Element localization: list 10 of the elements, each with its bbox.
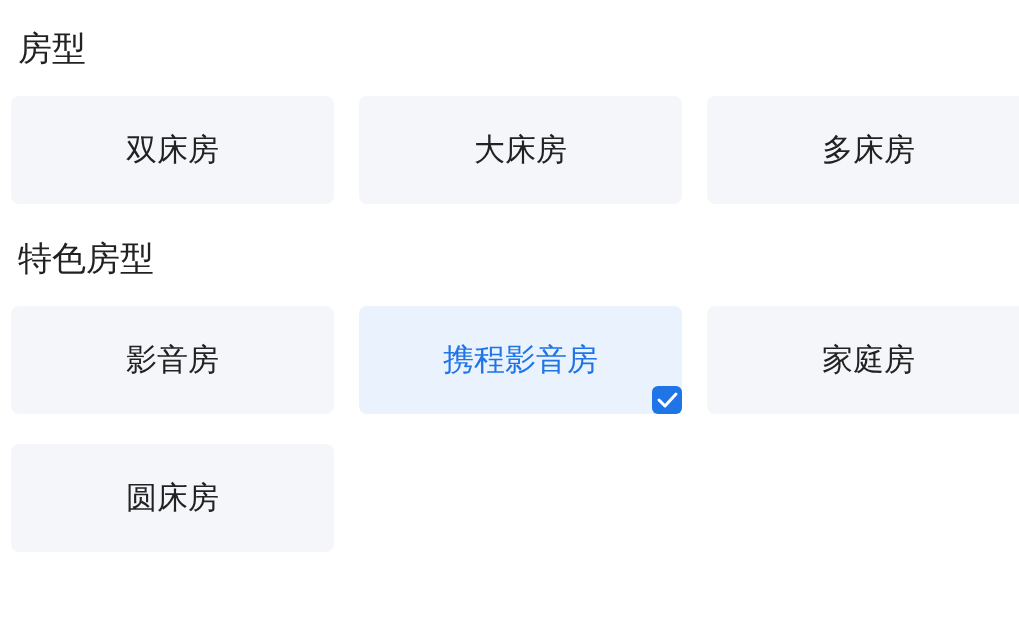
checkmark-icon: [652, 386, 682, 414]
room-type-option[interactable]: 家庭房: [707, 306, 1019, 414]
section-title: 特色房型: [17, 237, 155, 280]
room-type-option[interactable]: 双床房: [11, 96, 334, 204]
room-type-option[interactable]: 影音房: [11, 306, 334, 414]
section-title: 房型: [17, 27, 87, 70]
room-type-option[interactable]: 多床房: [707, 96, 1019, 204]
room-type-option[interactable]: 圆床房: [11, 444, 334, 552]
room-type-option[interactable]: 大床房: [359, 96, 682, 204]
room-type-option[interactable]: 携程影音房: [359, 306, 682, 414]
